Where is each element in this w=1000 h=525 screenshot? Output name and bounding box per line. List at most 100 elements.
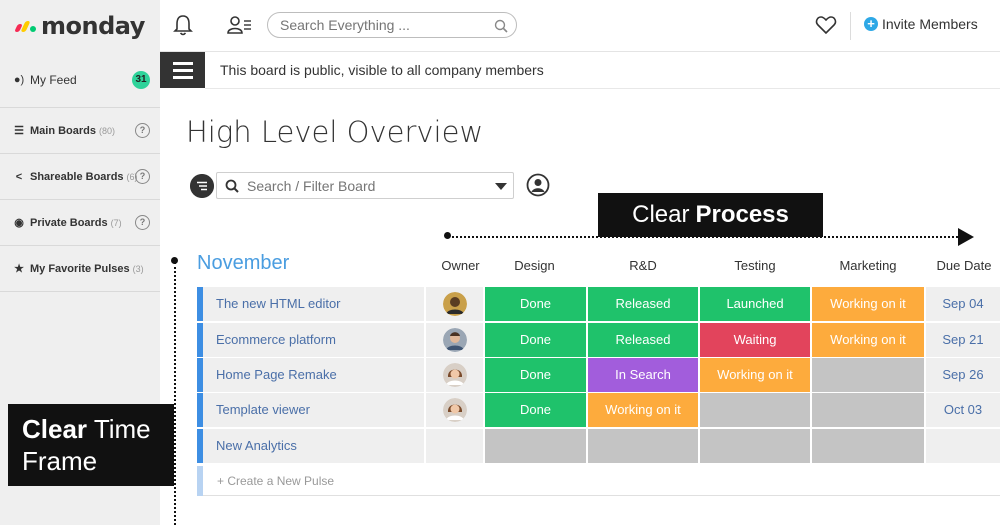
callout-bold-text: Process — [695, 201, 789, 228]
owner-cell[interactable] — [426, 323, 483, 357]
logo[interactable]: monday — [0, 0, 160, 52]
status-cell-testing[interactable]: Waiting — [700, 323, 810, 357]
sidebar-item-label: My Feed — [30, 72, 77, 87]
pulse-name[interactable]: Template viewer — [203, 393, 424, 427]
column-header-due-date[interactable]: Due Date — [928, 258, 1000, 273]
status-cell-marketing[interactable] — [812, 358, 924, 392]
chevron-down-icon[interactable] — [495, 183, 507, 190]
column-header-design[interactable]: Design — [484, 258, 585, 273]
row-color-bar — [197, 466, 203, 496]
status-cell-marketing[interactable] — [812, 393, 924, 427]
list-icon: ☰ — [14, 125, 24, 137]
due-date-cell[interactable] — [926, 429, 1000, 463]
callout-text: Clear — [632, 201, 690, 228]
owner-cell[interactable] — [426, 287, 483, 321]
sidebar-item-count: (7) — [110, 217, 122, 228]
status-cell-design[interactable]: Done — [485, 393, 586, 427]
pulse-name[interactable]: Ecommerce platform — [203, 323, 424, 357]
plus-icon: + — [864, 17, 878, 31]
invite-members-label: Invite Members — [882, 16, 978, 32]
sidebar-item-label: Private Boards — [30, 216, 108, 229]
sidebar-item-my-feed[interactable]: ●) My Feed 31 — [0, 52, 160, 108]
sidebar-item-count: (80) — [99, 125, 116, 136]
invite-members-button[interactable]: + Invite Members — [864, 16, 978, 32]
process-arrow-line — [448, 236, 958, 238]
sidebar-item-label: Shareable Boards — [30, 170, 124, 183]
clear-timeframe-callout: Clear Time Frame — [8, 404, 174, 486]
help-icon[interactable]: ? — [135, 215, 150, 230]
table-row[interactable]: Home Page Remake Done In Search Working … — [197, 358, 1000, 392]
due-date-cell[interactable]: Oct 03 — [926, 393, 1000, 427]
pulse-name[interactable]: The new HTML editor — [203, 287, 424, 321]
avatar — [442, 292, 467, 316]
status-cell-design[interactable]: Done — [485, 287, 586, 321]
status-cell-design[interactable] — [485, 429, 586, 463]
status-cell-marketing[interactable]: Working on it — [812, 323, 924, 357]
filter-menu-icon[interactable] — [190, 174, 214, 198]
column-header-owner[interactable]: Owner — [432, 258, 489, 273]
people-icon[interactable] — [226, 14, 252, 36]
status-cell-rnd[interactable]: In Search — [588, 358, 698, 392]
owner-cell[interactable] — [426, 429, 483, 463]
help-icon[interactable]: ? — [135, 123, 150, 138]
column-header-rnd[interactable]: R&D — [588, 258, 698, 273]
search-everything-input[interactable] — [280, 17, 490, 33]
status-cell-testing[interactable] — [700, 393, 810, 427]
status-cell-testing[interactable]: Working on it — [700, 358, 810, 392]
create-new-pulse-input[interactable]: + Create a New Pulse — [217, 474, 334, 488]
heart-icon[interactable] — [815, 15, 837, 35]
search-icon[interactable] — [494, 19, 508, 33]
due-date-cell[interactable]: Sep 21 — [926, 323, 1000, 357]
board-filter-input[interactable] — [247, 177, 477, 194]
menu-toggle-button[interactable] — [160, 52, 205, 88]
pulse-name[interactable]: New Analytics — [203, 429, 424, 463]
owner-cell[interactable] — [426, 358, 483, 392]
sidebar-item-favorite-pulses[interactable]: ★ My Favorite Pulses (3) — [0, 246, 160, 292]
status-cell-rnd[interactable] — [588, 429, 698, 463]
group-title[interactable]: November — [197, 252, 289, 275]
arrow-right-icon — [958, 228, 974, 246]
table-row[interactable]: The new HTML editor Done Released Launch… — [197, 287, 1000, 321]
sidebar-item-label: Main Boards — [30, 124, 97, 137]
table-row[interactable]: Template viewer Done Working on it Oct 0… — [197, 393, 1000, 427]
logo-mark-icon — [14, 20, 36, 32]
board-title[interactable]: High Level Overview — [186, 115, 483, 149]
divider — [205, 88, 1000, 89]
callout-text: Frame — [22, 446, 98, 476]
search-icon — [225, 179, 239, 193]
status-cell-marketing[interactable]: Working on it — [812, 287, 924, 321]
column-header-testing[interactable]: Testing — [700, 258, 810, 273]
sidebar-item-label: My Favorite Pulses — [30, 262, 130, 275]
divider — [850, 12, 851, 40]
status-cell-marketing[interactable] — [812, 429, 924, 463]
create-new-pulse-row[interactable]: + Create a New Pulse — [197, 466, 1000, 496]
status-cell-testing[interactable]: Launched — [700, 287, 810, 321]
due-date-cell[interactable]: Sep 04 — [926, 287, 1000, 321]
column-header-marketing[interactable]: Marketing — [812, 258, 924, 273]
sidebar-item-private-boards[interactable]: ◉ Private Boards (7) ? — [0, 200, 160, 246]
board-filter[interactable] — [216, 172, 514, 199]
search-everything[interactable] — [267, 12, 517, 38]
top-bar: monday + Invite Members — [0, 0, 1000, 52]
person-filter-icon[interactable] — [526, 173, 550, 197]
status-cell-rnd[interactable]: Working on it — [588, 393, 698, 427]
table-row[interactable]: New Analytics — [197, 429, 1000, 463]
status-cell-rnd[interactable]: Released — [588, 287, 698, 321]
help-icon[interactable]: ? — [135, 169, 150, 184]
feed-count-badge: 31 — [132, 70, 150, 89]
bell-icon[interactable] — [172, 14, 194, 36]
table-row[interactable]: Ecommerce platform Done Released Waiting… — [197, 323, 1000, 357]
feed-icon: ●) — [13, 73, 25, 86]
status-cell-testing[interactable] — [700, 429, 810, 463]
status-cell-rnd[interactable]: Released — [588, 323, 698, 357]
due-date-cell[interactable]: Sep 26 — [926, 358, 1000, 392]
owner-cell[interactable] — [426, 393, 483, 427]
share-icon: < — [15, 170, 23, 183]
sidebar-item-main-boards[interactable]: ☰ Main Boards (80) ? — [0, 108, 160, 154]
sidebar-item-shareable-boards[interactable]: < Shareable Boards (6) ? — [0, 154, 160, 200]
logo-text: monday — [41, 12, 145, 40]
pulse-name[interactable]: Home Page Remake — [203, 358, 424, 392]
status-cell-design[interactable]: Done — [485, 358, 586, 392]
status-cell-design[interactable]: Done — [485, 323, 586, 357]
avatar — [442, 363, 467, 387]
